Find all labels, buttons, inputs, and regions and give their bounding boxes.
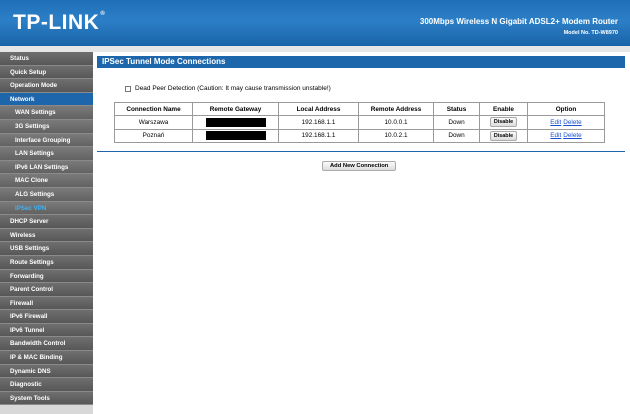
sidebar-item-wan-settings[interactable]: WAN Settings bbox=[0, 106, 93, 120]
sidebar-item-ipsec-vpn[interactable]: IPSec VPN bbox=[0, 201, 93, 216]
local-address-cell: 192.168.1.1 bbox=[278, 128, 359, 143]
column-header-enable: Enable bbox=[479, 102, 528, 116]
sidebar-item-operation-mode[interactable]: Operation Mode bbox=[0, 79, 93, 93]
page-title: IPSec Tunnel Mode Connections bbox=[97, 56, 625, 68]
remote-gateway-cell bbox=[192, 115, 279, 130]
sidebar-item-mac-clone[interactable]: MAC Clone bbox=[0, 174, 93, 188]
option-cell: Edit Delete bbox=[527, 128, 605, 143]
edit-link[interactable]: Edit bbox=[550, 132, 561, 139]
status-cell: Down bbox=[433, 128, 480, 143]
status-cell: Down bbox=[433, 115, 480, 130]
sidebar-item-ipv6-lan-settings[interactable]: IPv6 LAN Settings bbox=[0, 160, 93, 175]
remote-address-cell: 10.0.2.1 bbox=[358, 128, 434, 143]
sidebar-item-status[interactable]: Status bbox=[0, 52, 93, 66]
tp-link-logo: TP-LINK® bbox=[13, 11, 106, 34]
local-address-cell: 192.168.1.1 bbox=[278, 115, 359, 130]
connection-name-cell: Poznań bbox=[114, 128, 193, 143]
section-divider bbox=[97, 151, 625, 152]
sidebar-item-3g-settings[interactable]: 3G Settings bbox=[0, 119, 93, 134]
column-header-remote-address: Remote Address bbox=[358, 102, 434, 116]
sidebar-item-network[interactable]: Network bbox=[0, 92, 93, 107]
sidebar-item-parent-control[interactable]: Parent Control bbox=[0, 283, 93, 297]
sidebar-item-interface-grouping[interactable]: Interface Grouping bbox=[0, 133, 93, 148]
sidebar-item-bandwidth-control[interactable]: Bandwidth Control bbox=[0, 337, 93, 352]
sidebar-item-alg-settings[interactable]: ALG Settings bbox=[0, 187, 93, 202]
sidebar-item-route-settings[interactable]: Route Settings bbox=[0, 255, 93, 270]
sidebar-item-dynamic-dns[interactable]: Dynamic DNS bbox=[0, 364, 93, 379]
model-number: Model No. TD-W8970 bbox=[563, 30, 618, 36]
table-row: Warszawa 192.168.1.1 10.0.0.1 Down Disab… bbox=[114, 115, 605, 130]
remote-address-cell: 10.0.0.1 bbox=[358, 115, 434, 130]
sidebar-item-ipv6-firewall[interactable]: IPv6 Firewall bbox=[0, 310, 93, 324]
column-header-status: Status bbox=[433, 102, 480, 116]
redacted-block bbox=[205, 131, 266, 141]
sidebar-item-system-tools[interactable]: System Tools bbox=[0, 391, 93, 406]
sidebar-item-firewall[interactable]: Firewall bbox=[0, 296, 93, 311]
sidebar-item-dhcp-server[interactable]: DHCP Server bbox=[0, 215, 93, 229]
add-new-connection-button[interactable]: Add New Connection bbox=[322, 161, 397, 171]
column-header-remote-gateway: Remote Gateway bbox=[192, 102, 279, 116]
enable-cell: Disable bbox=[479, 115, 528, 130]
delete-link[interactable]: Delete bbox=[563, 132, 581, 139]
table-header-row: Connection Name Remote Gateway Local Add… bbox=[114, 102, 605, 116]
sidebar-item-lan-settings[interactable]: LAN Settings bbox=[0, 147, 93, 161]
dead-peer-detection-checkbox[interactable] bbox=[125, 85, 131, 92]
remote-gateway-cell bbox=[192, 128, 279, 143]
sidebar-item-usb-settings[interactable]: USB Settings bbox=[0, 242, 93, 256]
sidebar-menu: Status Quick Setup Operation Mode Network WA… bbox=[0, 52, 93, 414]
sidebar-item-diagnostic[interactable]: Diagnostic bbox=[0, 378, 93, 392]
main-content: IPSec Tunnel Mode Connections Dead Peer … bbox=[93, 52, 630, 414]
sidebar-item-wireless[interactable]: Wireless bbox=[0, 228, 93, 243]
sidebar-item-ip-mac-binding[interactable]: IP & MAC Binding bbox=[0, 351, 93, 365]
delete-link[interactable]: Delete bbox=[563, 119, 581, 126]
disable-button[interactable]: Disable bbox=[489, 130, 518, 141]
product-name: 300Mbps Wireless N Gigabit ADSL2+ Modem … bbox=[419, 17, 618, 26]
redacted-block bbox=[205, 117, 266, 127]
connection-name-cell: Warszawa bbox=[114, 115, 193, 130]
disable-button[interactable]: Disable bbox=[489, 117, 518, 128]
column-header-connection-name: Connection Name bbox=[114, 102, 193, 116]
dead-peer-detection-label: Dead Peer Detection (Caution: It may cau… bbox=[135, 85, 331, 92]
dead-peer-detection-row: Dead Peer Detection (Caution: It may cau… bbox=[125, 85, 331, 92]
sidebar-item-ipv6-tunnel[interactable]: IPv6 Tunnel bbox=[0, 323, 93, 338]
option-cell: Edit Delete bbox=[527, 115, 605, 130]
sidebar-item-quick-setup[interactable]: Quick Setup bbox=[0, 65, 93, 80]
enable-cell: Disable bbox=[479, 128, 528, 143]
edit-link[interactable]: Edit bbox=[550, 119, 561, 126]
column-header-option: Option bbox=[527, 102, 605, 116]
table-row: Poznań 192.168.1.1 10.0.2.1 Down Disable… bbox=[114, 128, 605, 143]
sidebar-item-forwarding[interactable]: Forwarding bbox=[0, 269, 93, 284]
column-header-local-address: Local Address bbox=[278, 102, 359, 116]
header-banner: TP-LINK® 300Mbps Wireless N Gigabit ADSL… bbox=[0, 0, 630, 46]
connections-table: Connection Name Remote Gateway Local Add… bbox=[114, 102, 605, 143]
